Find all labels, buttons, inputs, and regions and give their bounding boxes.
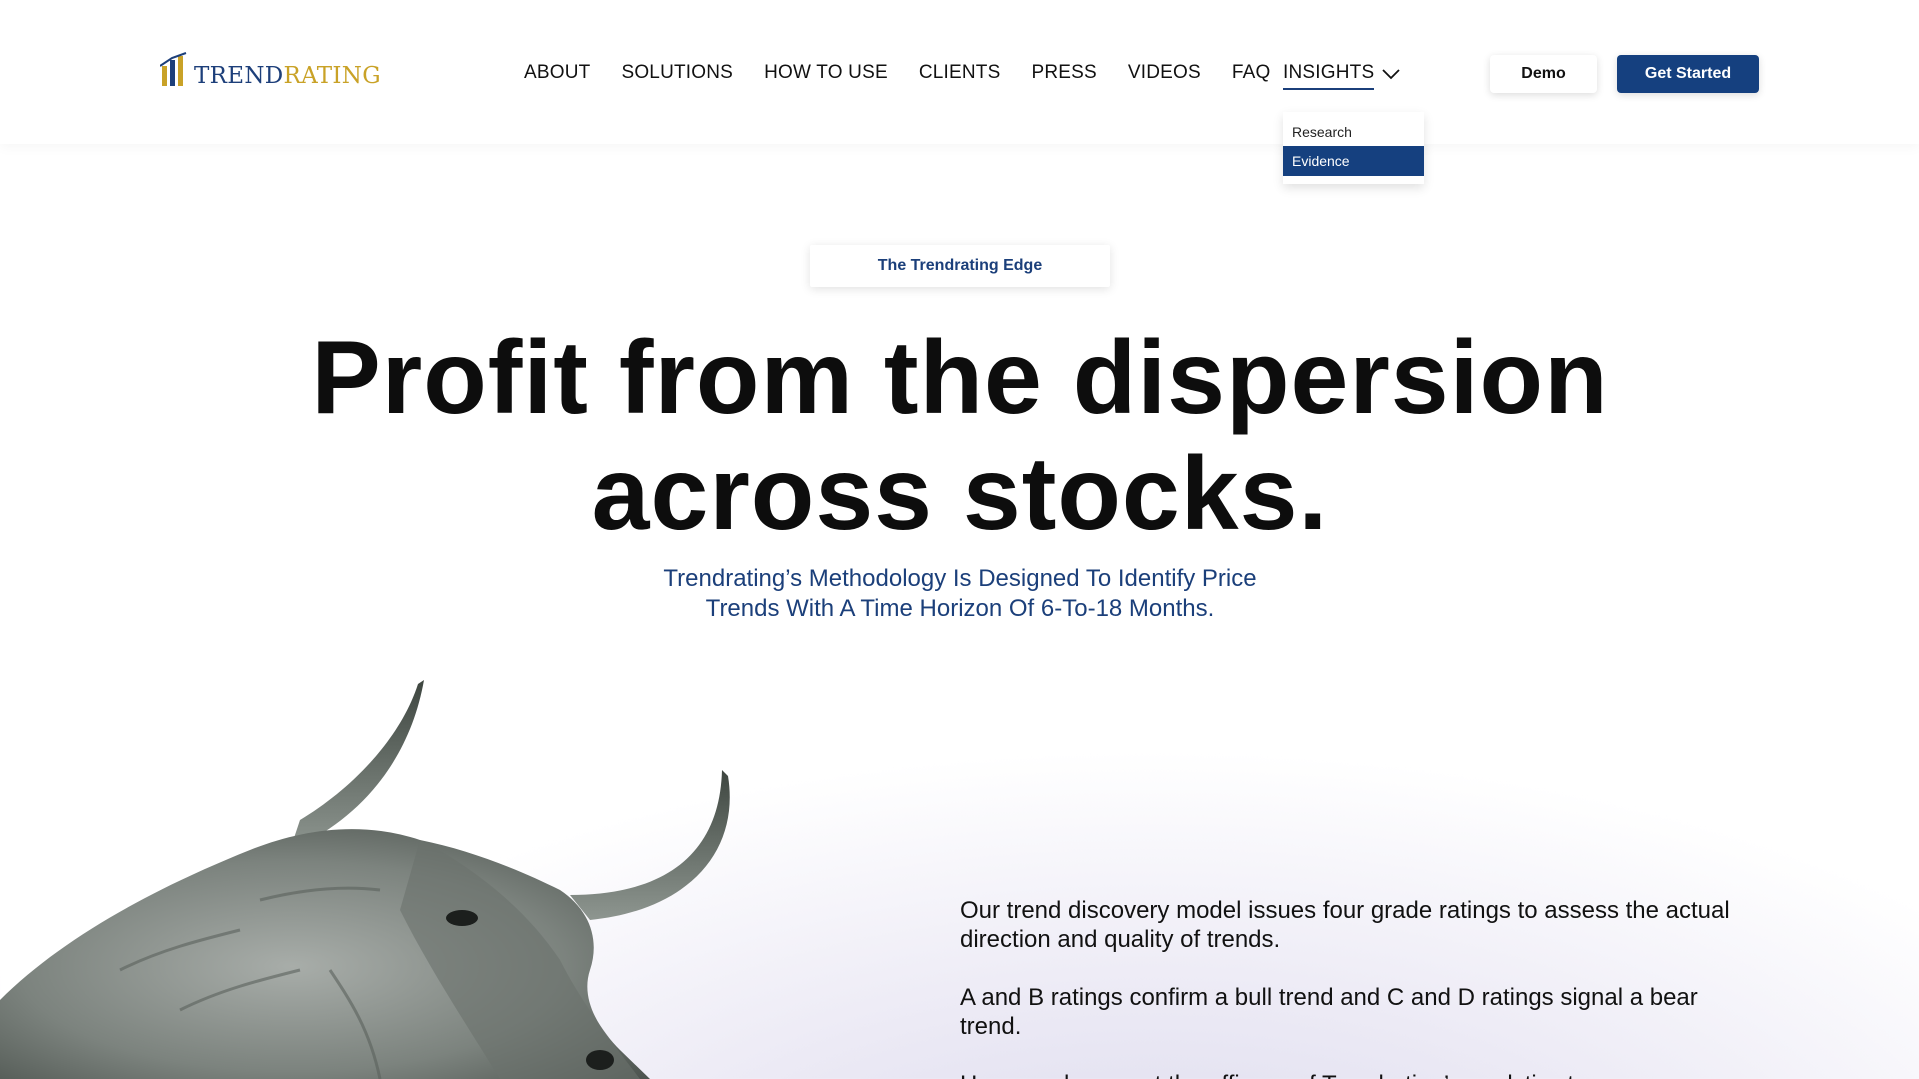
get-started-button[interactable]: Get Started [1617, 55, 1759, 93]
nav-insights-label: INSIGHTS [1283, 62, 1375, 90]
headline-line-1: Profit from the dispersion [311, 320, 1609, 436]
nav-insights[interactable]: INSIGHTS [1283, 62, 1400, 90]
demo-button[interactable]: Demo [1490, 55, 1597, 93]
logo-trend: TREND [194, 63, 284, 89]
logo-rating: RATING [283, 63, 381, 89]
headline-line-2: across stocks. [591, 436, 1329, 552]
main-nav: ABOUT SOLUTIONS HOW TO USE CLIENTS PRESS… [524, 62, 1302, 84]
subhead-line-1: Trendrating’s Methodology Is Designed To… [663, 565, 1257, 592]
site-header: TRENDRATING ABOUT SOLUTIONS HOW TO USE C… [0, 0, 1919, 144]
hero-subhead: Trendrating’s Methodology Is Designed To… [560, 564, 1360, 624]
nav-how-to-use[interactable]: HOW TO USE [764, 62, 888, 84]
nav-about[interactable]: ABOUT [524, 62, 590, 84]
chevron-down-icon [1382, 69, 1400, 80]
nav-press[interactable]: PRESS [1031, 62, 1096, 84]
paragraph-2: A and B ratings confirm a bull trend and… [960, 984, 1698, 1040]
hero-headline: Profit from the dispersion across stocks… [260, 320, 1660, 552]
dropdown-item-research[interactable]: Research [1283, 118, 1424, 146]
nav-faq[interactable]: FAQ [1232, 62, 1271, 84]
nav-solutions[interactable]: SOLUTIONS [621, 62, 733, 84]
logo-wordmark: TRENDRATING [194, 63, 381, 89]
nav-videos[interactable]: VIDEOS [1128, 62, 1201, 84]
nav-clients[interactable]: CLIENTS [919, 62, 1001, 84]
bull-image [0, 680, 730, 1079]
subhead-line-2: Trends With A Time Horizon Of 6-To-18 Mo… [705, 595, 1215, 622]
logo-bars-icon [160, 52, 187, 86]
dropdown-item-evidence[interactable]: Evidence [1283, 146, 1424, 176]
trendrating-logo[interactable]: TRENDRATING [160, 50, 381, 90]
insights-dropdown: Research Evidence [1283, 112, 1424, 184]
body-text: Our trend discovery model issues four gr… [960, 896, 1760, 1079]
paragraph-3: Here we document the efficacy of Trendra… [960, 1070, 1760, 1079]
paragraph-1: Our trend discovery model issues four gr… [960, 897, 1730, 953]
hero-badge: The Trendrating Edge [810, 245, 1110, 287]
